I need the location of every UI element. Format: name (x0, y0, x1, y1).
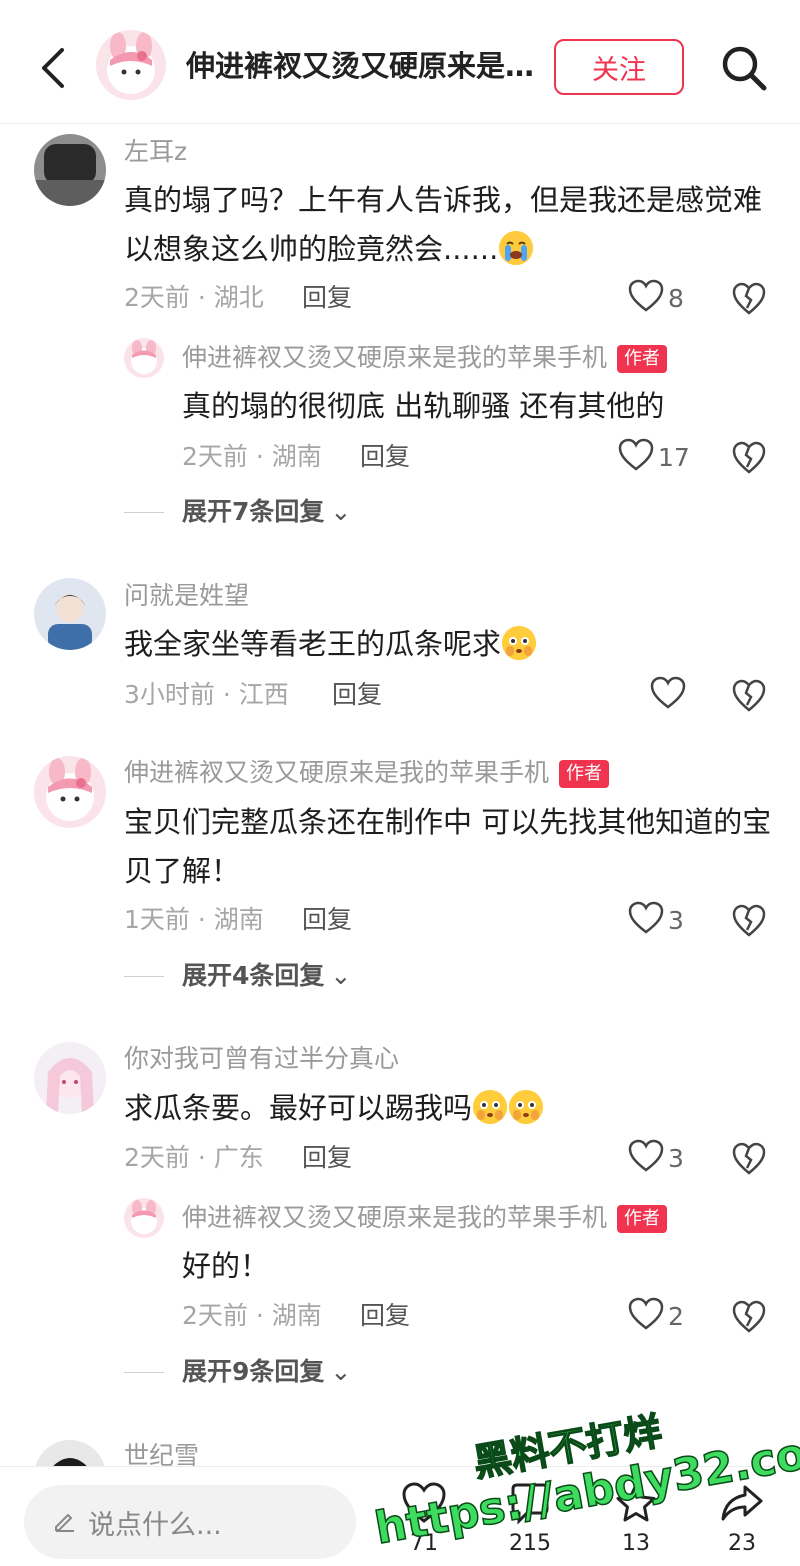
heart-icon (618, 438, 654, 476)
post-share-count: 23 (728, 1531, 756, 1556)
comment-username[interactable]: 左耳z (124, 136, 187, 168)
avatar[interactable] (34, 134, 106, 206)
broken-heart-icon[interactable] (732, 679, 766, 713)
post-favorite-count: 13 (622, 1531, 650, 1556)
comment-text: 真的塌了吗？上午有人告诉我，但是我还是感觉难以想象这么帅的脸竟然会...... (124, 183, 763, 266)
reply-button[interactable]: 回复 (332, 679, 382, 711)
expand-replies-button[interactable]: 展开4条回复 ⌄ (124, 960, 351, 992)
heart-icon (628, 1139, 664, 1177)
like-count: 8 (668, 283, 684, 313)
like-count: 2 (668, 1301, 684, 1331)
author-badge: 作者 (559, 760, 610, 788)
comment-username[interactable]: 你对我可曾有过半分真心 (124, 1043, 399, 1075)
like-button[interactable]: 8 (628, 279, 684, 317)
like-button[interactable]: 3 (628, 1139, 684, 1177)
expand-replies-button[interactable]: 展开9条回复 ⌄ (124, 1356, 351, 1388)
reply-button[interactable]: 回复 (360, 441, 410, 473)
like-button[interactable]: 3 (628, 901, 684, 939)
comment-username[interactable]: 问就是姓望 (124, 580, 249, 612)
comment-input-placeholder: 说点什么... (88, 1509, 222, 1541)
pleading-face-emoji-icon (502, 626, 537, 660)
broken-heart-icon[interactable] (732, 282, 766, 316)
like-button[interactable] (650, 676, 690, 714)
author-avatar[interactable] (96, 30, 166, 100)
follow-button[interactable]: 关注 (554, 39, 684, 95)
broken-heart-icon[interactable] (732, 1142, 766, 1176)
reply-button[interactable]: 回复 (360, 1300, 410, 1332)
comment-username[interactable]: 伸进裤衩又烫又硬原来是我的苹果手机 作者 (124, 757, 610, 789)
reply-button[interactable]: 回复 (302, 904, 352, 936)
reply-text: 好的！ (182, 1249, 270, 1283)
comment-meta: 2天前 · 广东 (124, 1143, 264, 1172)
author-badge: 作者 (617, 1205, 668, 1233)
reply-text: 真的塌的很彻底 出轨聊骚 还有其他的 (182, 389, 665, 423)
heart-icon (628, 901, 664, 939)
broken-heart-icon[interactable] (732, 441, 766, 475)
author-badge: 作者 (617, 345, 668, 373)
search-icon[interactable] (718, 42, 770, 94)
like-count: 17 (658, 442, 690, 472)
reply-username[interactable]: 伸进裤衩又烫又硬原来是我的苹果手机 作者 (182, 342, 668, 374)
comment-meta: 2天前 · 湖北 (124, 283, 264, 312)
chevron-down-icon: ⌄ (330, 497, 352, 526)
broken-heart-icon[interactable] (732, 1300, 766, 1334)
comment-text: 宝贝们完整瓜条还在制作中 可以先找其他知道的宝贝了解！ (124, 805, 772, 888)
reply-username[interactable]: 伸进裤衩又烫又硬原来是我的苹果手机 作者 (182, 1202, 668, 1234)
chevron-down-icon: ⌄ (330, 961, 352, 990)
author-avatar[interactable] (34, 756, 106, 828)
author-avatar[interactable] (124, 338, 164, 378)
reply-button[interactable]: 回复 (302, 282, 352, 314)
expand-replies-button[interactable]: 展开7条回复 ⌄ (124, 496, 351, 528)
comment-input[interactable]: 说点什么... (24, 1485, 356, 1559)
comment-meta: 1天前 · 湖南 (124, 905, 264, 934)
post-comment-count: 215 (509, 1531, 551, 1556)
like-button[interactable]: 17 (618, 438, 690, 476)
edit-icon (52, 1507, 78, 1537)
top-nav-bar: 伸进裤衩又烫又硬原来是我的苹果手机 关注 (0, 0, 800, 124)
comment-text: 我全家坐等看老王的瓜条呢求 (124, 620, 774, 669)
author-avatar[interactable] (124, 1198, 164, 1238)
like-button[interactable]: 2 (628, 1297, 684, 1335)
comment-meta: 3小时前 · 江西 (124, 680, 289, 709)
heart-icon (628, 279, 664, 317)
like-count: 3 (668, 905, 684, 935)
reply-meta: 2天前 · 湖南 (182, 442, 322, 471)
reply-button[interactable]: 回复 (302, 1142, 352, 1174)
pleading-face-emoji-icon (509, 1090, 544, 1124)
page-title: 伸进裤衩又烫又硬原来是我的苹果手机 (186, 49, 536, 83)
heart-icon (650, 676, 686, 714)
heart-icon (628, 1297, 664, 1335)
avatar[interactable] (34, 1042, 106, 1114)
avatar[interactable] (34, 578, 106, 650)
chevron-down-icon: ⌄ (330, 1357, 352, 1386)
pleading-face-emoji-icon (473, 1090, 508, 1124)
like-count: 3 (668, 1143, 684, 1173)
back-arrow-icon[interactable] (34, 42, 74, 94)
loudly-crying-emoji-icon (499, 231, 534, 265)
broken-heart-icon[interactable] (732, 904, 766, 938)
comment-text: 求瓜条要。最好可以踢我吗 (124, 1084, 774, 1133)
reply-meta: 2天前 · 湖南 (182, 1301, 322, 1330)
